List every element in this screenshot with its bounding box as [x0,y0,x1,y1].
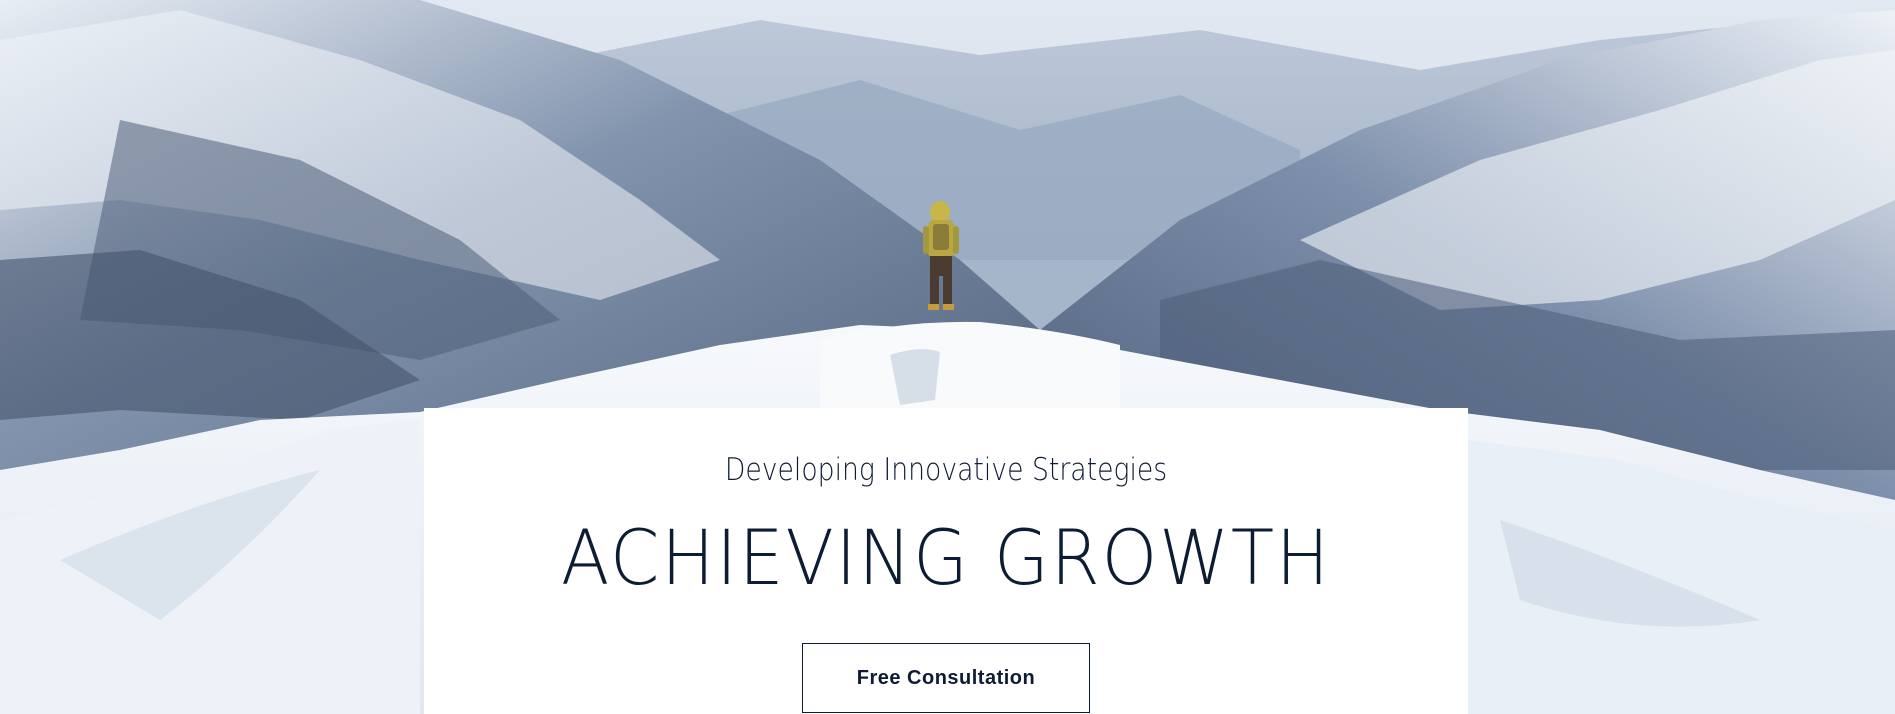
hero-card: Developing Innovative Strategies ACHIEVI… [424,408,1468,714]
hero-subtitle: Developing Innovative Strategies [724,452,1168,488]
free-consultation-button[interactable]: Free Consultation [802,643,1090,713]
hero-section: Developing Innovative Strategies ACHIEVI… [0,0,1895,714]
hero-headline: ACHIEVING GROWTH [561,513,1331,602]
